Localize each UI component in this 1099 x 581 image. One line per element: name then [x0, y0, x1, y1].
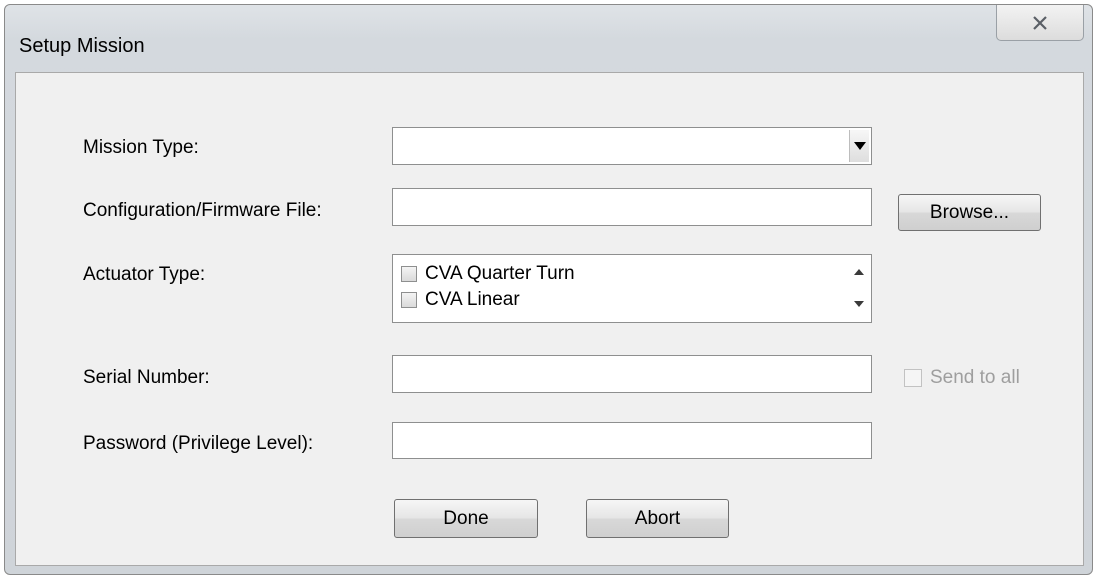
list-scrollbar[interactable]: [848, 256, 870, 321]
password-label: Password (Privilege Level):: [83, 433, 314, 454]
browse-button[interactable]: Browse...: [898, 194, 1041, 231]
dialog-content: Mission Type: Configuration/Firmware Fil…: [15, 72, 1084, 566]
send-to-all-box[interactable]: [904, 369, 922, 387]
send-to-all-label: Send to all: [930, 367, 1020, 388]
setup-mission-dialog: Setup Mission Mission Type: Configuratio…: [4, 4, 1093, 575]
list-item[interactable]: CVA Linear: [401, 288, 520, 312]
actuator-type-list[interactable]: CVA Quarter Turn CVA Linear: [392, 254, 872, 323]
config-file-label: Configuration/Firmware File:: [83, 200, 322, 221]
scroll-up-icon: [854, 269, 864, 275]
close-button[interactable]: [996, 5, 1084, 41]
scroll-down-icon: [854, 301, 864, 307]
actuator-checkbox-quarter-turn[interactable]: [401, 266, 417, 282]
send-to-all-checkbox[interactable]: Send to all: [904, 367, 1020, 389]
list-item[interactable]: CVA Quarter Turn: [401, 262, 575, 286]
scroll-up-button[interactable]: [852, 266, 866, 278]
serial-number-input[interactable]: [392, 355, 872, 393]
scroll-down-button[interactable]: [852, 298, 866, 310]
done-button[interactable]: Done: [394, 499, 538, 538]
close-icon: [1033, 15, 1047, 30]
mission-type-label: Mission Type:: [83, 137, 199, 158]
dialog-title: Setup Mission: [19, 35, 145, 57]
password-input[interactable]: [392, 422, 872, 459]
config-file-input[interactable]: [392, 188, 872, 226]
actuator-item-label: CVA Quarter Turn: [425, 263, 575, 284]
actuator-type-label: Actuator Type:: [83, 264, 206, 285]
triangle-down-icon: [853, 142, 866, 150]
actuator-item-label: CVA Linear: [425, 289, 520, 310]
serial-number-label: Serial Number:: [83, 367, 210, 388]
mission-type-dropdown[interactable]: [392, 127, 872, 165]
abort-button[interactable]: Abort: [586, 499, 729, 538]
dropdown-arrow-button[interactable]: [849, 130, 869, 162]
actuator-checkbox-linear[interactable]: [401, 292, 417, 308]
